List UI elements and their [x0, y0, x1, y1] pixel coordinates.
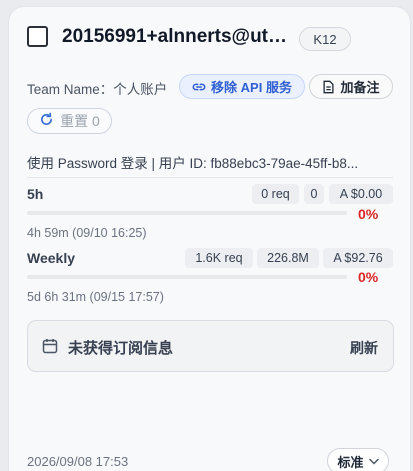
request-count: 0 req [252, 184, 299, 204]
select-checkbox[interactable] [27, 26, 48, 47]
subscription-panel: 未获得订阅信息 刷新 [27, 320, 394, 372]
add-note-label: 加备注 [340, 80, 380, 95]
cost-value: A $0.00 [329, 184, 393, 204]
remove-api-label: 移除 API 服务 [211, 80, 292, 95]
request-count: 1.6K req [185, 248, 253, 268]
chevron-down-icon [368, 458, 379, 465]
reset-label: 重置 0 [60, 113, 100, 129]
created-date: 2026/09/08 17:53 [27, 454, 129, 469]
divider [27, 177, 393, 178]
login-info: 使用 Password 登录 | 用户 ID: fb88ebc3-79ae-45… [27, 156, 359, 171]
unlink-icon [192, 80, 206, 94]
token-count: 0 [304, 184, 324, 204]
usage-percent: 0% [358, 206, 379, 222]
account-card: 20156991+alnnerts@utc... K12 Team Name：个… [8, 6, 411, 471]
plan-badge: K12 [299, 27, 351, 51]
account-email: 20156991+alnnerts@utc... [62, 26, 292, 47]
usage-window-label: 5h [27, 186, 44, 202]
subscription-status: 未获得订阅信息 [68, 340, 174, 357]
token-count: 226.8M [257, 248, 319, 268]
tier-select[interactable]: 标准 [327, 448, 389, 471]
document-icon [322, 80, 335, 94]
remove-api-button[interactable]: 移除 API 服务 [179, 74, 305, 99]
refresh-icon [39, 112, 54, 131]
refresh-button[interactable]: 刷新 [350, 338, 378, 358]
usage-percent: 0% [358, 269, 379, 285]
usage-progress-bar [27, 211, 347, 215]
reset-button[interactable]: 重置 0 [27, 108, 112, 134]
team-name: Team Name：个人账户 [27, 82, 168, 97]
usage-window-label: Weekly [27, 250, 75, 266]
cost-value: A $92.76 [323, 248, 393, 268]
reset-time: 5d 6h 31m (09/15 17:57) [27, 290, 164, 304]
calendar-icon [42, 338, 58, 354]
reset-time: 4h 59m (09/10 16:25) [27, 226, 147, 240]
usage-progress-bar [27, 275, 347, 279]
tier-label: 标准 [337, 454, 364, 470]
add-note-button[interactable]: 加备注 [309, 74, 393, 99]
